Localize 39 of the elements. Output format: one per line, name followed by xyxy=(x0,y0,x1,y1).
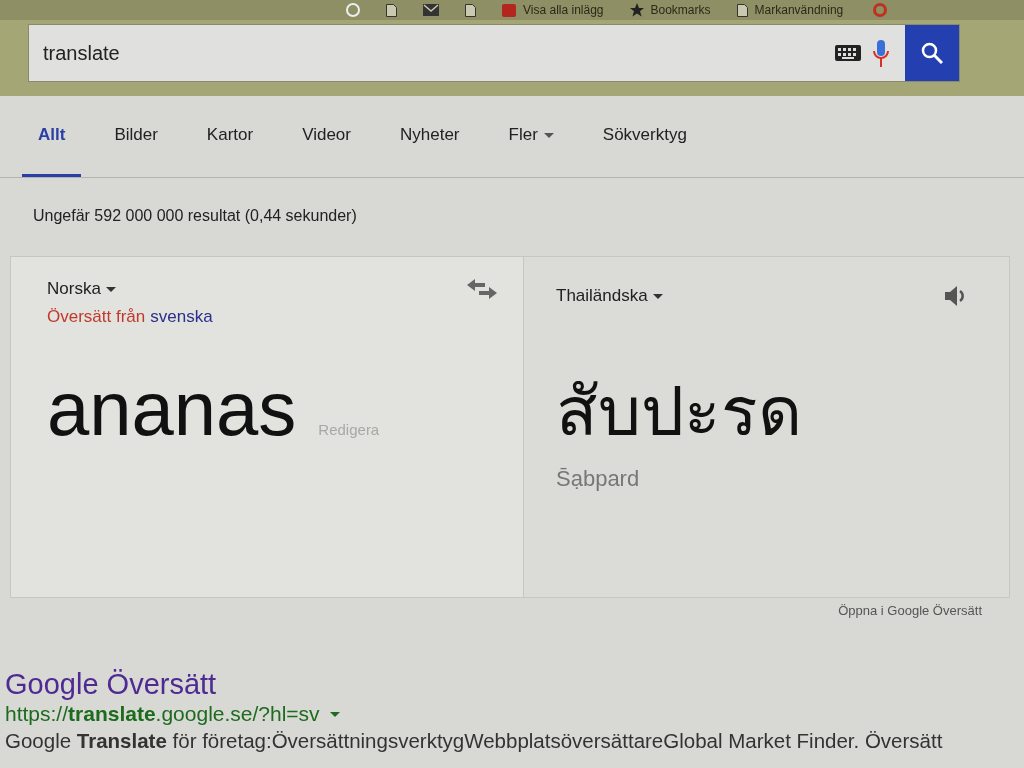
open-in-translate-link[interactable]: Öppna i Google Översätt xyxy=(838,602,982,620)
tab[interactable]: Nyheter xyxy=(384,96,476,177)
detected-language-note: Översätt från xyxy=(47,307,146,327)
search-icon xyxy=(921,42,943,64)
target-language-dropdown[interactable]: Thailändska xyxy=(556,286,663,306)
tab[interactable]: Fler xyxy=(492,96,570,177)
swap-arrows-icon[interactable] xyxy=(467,279,497,299)
bookmark-link[interactable]: Bookmarks xyxy=(629,3,711,17)
result-title-link[interactable]: Google Översätt xyxy=(5,668,217,700)
result-stats: Ungefär 592 000 000 resultat (0,44 sekunder) xyxy=(32,206,358,226)
detected-language-link[interactable]: svenska xyxy=(150,307,213,327)
search-field[interactable]: translate xyxy=(29,25,827,81)
source-language-dropdown[interactable]: Norska xyxy=(47,279,116,299)
search-box[interactable]: translate xyxy=(28,24,960,82)
caret-icon xyxy=(105,286,116,292)
microphone-icon[interactable] xyxy=(873,39,889,67)
tab[interactable]: Sökverktyg xyxy=(586,96,703,177)
bookmark-link[interactable]: Markanvändning xyxy=(736,3,844,17)
search-button[interactable] xyxy=(905,25,959,81)
square-icon xyxy=(502,3,516,17)
translated-text: สับปะรด xyxy=(556,372,803,451)
caret-icon xyxy=(543,132,554,138)
star-icon xyxy=(629,3,644,17)
tab[interactable]: Kartor xyxy=(190,96,270,177)
transliteration-text: S̄ạbpard xyxy=(556,466,641,492)
page-icon[interactable] xyxy=(386,3,397,17)
tab[interactable]: Bilder xyxy=(98,96,174,177)
result-url: https://translate.google.se/?hl=sv xyxy=(5,701,320,727)
caret-icon[interactable] xyxy=(329,711,340,717)
envelope-icon[interactable] xyxy=(423,4,439,16)
keyboard-icon[interactable] xyxy=(835,45,861,61)
result-snippet: Google Translate för företag:ÖversättningsverktygWebbplatsöversättareGlobal Market Finder. Översätt xyxy=(5,728,944,754)
bookmark-link[interactable]: Visa alla inlägg xyxy=(502,3,604,17)
page-icon[interactable] xyxy=(465,3,476,17)
source-text: ananas xyxy=(47,367,297,451)
page-icon xyxy=(736,3,748,17)
tab[interactable]: Allt xyxy=(22,96,82,177)
caret-icon xyxy=(652,293,663,299)
tab[interactable]: Videor xyxy=(286,96,367,177)
